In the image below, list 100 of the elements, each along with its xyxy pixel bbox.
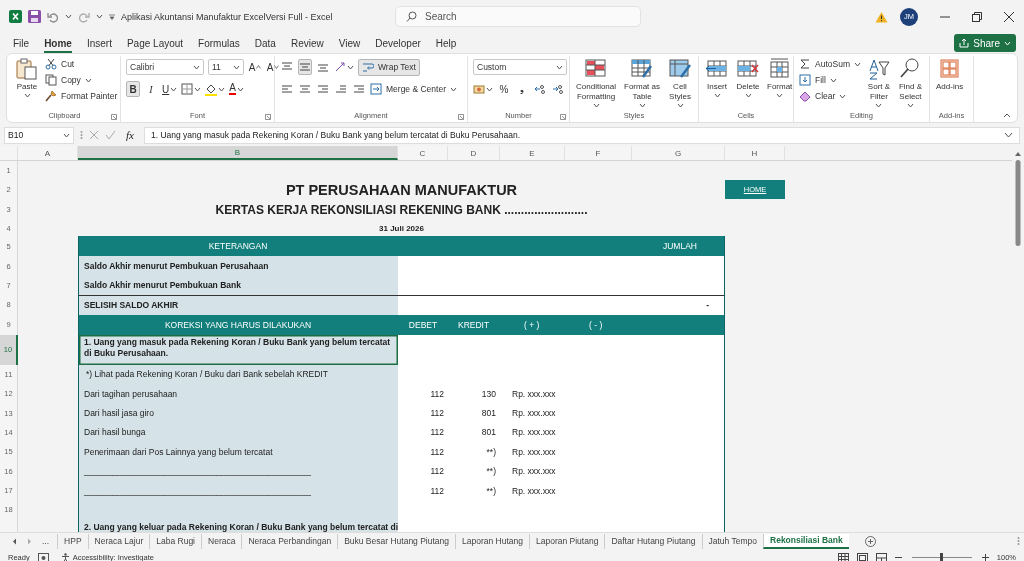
font-color-button[interactable]: A bbox=[229, 81, 244, 97]
redo-icon[interactable] bbox=[78, 10, 90, 23]
clear-button[interactable]: Clear bbox=[799, 89, 861, 103]
column-header[interactable]: B bbox=[78, 146, 398, 160]
formula-field[interactable]: 1. Uang yang masuk pada Rekening Koran / Buku Bank yang belum tercatat di Buku Perusahaan. bbox=[143, 126, 1020, 144]
menu-tab[interactable]: View bbox=[338, 33, 361, 53]
normal-view-icon[interactable] bbox=[837, 552, 849, 561]
format-button[interactable]: Format bbox=[766, 56, 794, 99]
paste-button[interactable]: Paste bbox=[14, 56, 40, 99]
sheet-tab[interactable]: Neraca Perbandingan bbox=[241, 533, 338, 549]
caret-icon bbox=[236, 86, 244, 92]
find-select-button[interactable]: Find & Select bbox=[896, 56, 924, 109]
insert-button[interactable]: Insert bbox=[704, 56, 730, 99]
dialog-launcher-icon[interactable] bbox=[265, 114, 271, 120]
zoom-thumb[interactable] bbox=[940, 553, 944, 561]
more-options-icon[interactable] bbox=[80, 130, 83, 140]
collapse-ribbon-icon[interactable] bbox=[1003, 113, 1011, 118]
restore-icon[interactable] bbox=[972, 11, 982, 22]
column-header[interactable]: C bbox=[398, 146, 448, 160]
table-cell-text: 112 bbox=[429, 407, 445, 421]
delete-button[interactable]: Delete bbox=[735, 56, 761, 99]
column-header[interactable]: F bbox=[565, 146, 632, 160]
wrap-text-button[interactable]: Wrap Text bbox=[358, 58, 420, 76]
menu-tab[interactable]: Page Layout bbox=[126, 33, 184, 53]
cancel-icon[interactable] bbox=[89, 130, 99, 140]
menu-tab[interactable]: Developer bbox=[375, 33, 421, 53]
cut-button[interactable]: Cut bbox=[45, 57, 118, 71]
page-layout-icon[interactable] bbox=[856, 552, 868, 561]
copy-button[interactable]: Copy bbox=[45, 73, 118, 87]
insert-function-button[interactable]: fx bbox=[126, 129, 134, 141]
menu-tab[interactable]: Help bbox=[435, 33, 457, 53]
sheet-tab[interactable]: Buku Besar Hutang Piutang bbox=[337, 533, 456, 549]
menu-tab[interactable]: Data bbox=[254, 33, 276, 53]
excel-icon[interactable] bbox=[9, 10, 22, 23]
close-icon[interactable] bbox=[1004, 11, 1014, 22]
autosum-button[interactable]: AutoSum bbox=[799, 57, 861, 71]
sheet-tab[interactable]: Laporan Piutang bbox=[529, 533, 605, 549]
add-ins-button[interactable]: Add-ins bbox=[935, 56, 965, 93]
undo-icon[interactable] bbox=[47, 10, 59, 23]
sheet-tab[interactable]: Daftar Hutang Piutang bbox=[604, 533, 702, 549]
menu-tab[interactable]: Insert bbox=[86, 33, 112, 53]
fill-button[interactable]: Fill bbox=[799, 73, 861, 87]
menu-tab[interactable]: Review bbox=[290, 33, 324, 53]
menu-tab[interactable]: File bbox=[13, 33, 30, 53]
sheet-tab[interactable]: Neraca bbox=[201, 533, 242, 549]
next-sheet-icon[interactable] bbox=[27, 537, 32, 545]
name-box[interactable]: B10 bbox=[4, 126, 74, 144]
expand-icon[interactable] bbox=[1004, 132, 1013, 138]
sheet-tab[interactable]: Rekonsiliasi Bank bbox=[763, 533, 849, 549]
merge-center-button[interactable]: Merge & Center bbox=[370, 82, 457, 96]
zoom-in-icon[interactable] bbox=[981, 554, 989, 561]
column-header[interactable]: E bbox=[500, 146, 565, 160]
sort-filter-button[interactable]: Sort & Filter bbox=[865, 56, 892, 109]
number-format-field[interactable]: Custom bbox=[473, 59, 567, 75]
menu-tab[interactable]: Formulas bbox=[198, 33, 240, 53]
font-name-field[interactable]: Calibri bbox=[126, 59, 204, 75]
decrease-indent-icon bbox=[335, 83, 347, 95]
more-options-icon[interactable] bbox=[1017, 536, 1020, 546]
report-subtitle: KERTAS KERJA REKONSILIASI REKENING BANK ......................... bbox=[214, 201, 589, 219]
brush-icon bbox=[45, 90, 57, 102]
bold-button[interactable]: B bbox=[126, 81, 140, 97]
conditional-formatting-button[interactable]: Conditional Formatting bbox=[575, 56, 618, 109]
search-field[interactable]: Search bbox=[395, 6, 641, 27]
comma-style-button[interactable]: ❟ bbox=[515, 81, 529, 97]
format-as-table-button[interactable]: Format as Table bbox=[622, 56, 662, 109]
font-size-field[interactable]: 11 bbox=[208, 59, 244, 75]
save-icon[interactable] bbox=[28, 10, 41, 23]
table-cell-text: Rp. xxx.xxx bbox=[511, 387, 557, 401]
dialog-launcher-icon[interactable] bbox=[560, 114, 566, 120]
macro-record-icon[interactable] bbox=[37, 552, 49, 561]
page-break-icon[interactable] bbox=[875, 552, 887, 561]
table-cell: ________________________________________________ bbox=[78, 461, 398, 481]
shrink-font-button[interactable]: A bbox=[266, 59, 280, 75]
previous-sheet-icon[interactable] bbox=[12, 537, 17, 545]
more-sheets-button[interactable]: ... bbox=[42, 536, 50, 546]
warning-icon[interactable] bbox=[875, 10, 888, 23]
sheet-tab[interactable]: Laporan Hutang bbox=[455, 533, 529, 549]
cell-styles-button[interactable]: Cell Styles bbox=[667, 56, 693, 109]
borders-icon bbox=[181, 83, 194, 95]
percent-button[interactable]: % bbox=[497, 81, 511, 97]
sheet-tab[interactable]: Neraca Lajur bbox=[87, 533, 150, 549]
borders-button[interactable] bbox=[181, 81, 202, 97]
underline-button[interactable]: U bbox=[162, 81, 178, 97]
grow-font-button[interactable]: A bbox=[248, 59, 262, 75]
sheet-tab[interactable]: Laba Rugi bbox=[149, 533, 201, 549]
dialog-launcher-icon[interactable] bbox=[111, 114, 117, 120]
table-cell-text: Rp. xxx.xxx bbox=[511, 426, 557, 440]
dialog-launcher-icon[interactable] bbox=[458, 114, 464, 120]
format-painter-button[interactable]: Format Painter bbox=[45, 89, 118, 103]
middle-align-button[interactable] bbox=[298, 59, 312, 75]
zoom-slider[interactable] bbox=[911, 553, 972, 561]
zoom-out-icon[interactable] bbox=[894, 554, 902, 561]
column-header[interactable]: G bbox=[632, 146, 725, 160]
italic-button[interactable]: I bbox=[144, 81, 158, 97]
share-button[interactable]: Share bbox=[954, 34, 1016, 52]
add-sheet-icon[interactable] bbox=[864, 535, 876, 547]
sheet-tab[interactable]: HPP bbox=[57, 533, 88, 549]
column-header[interactable]: D bbox=[448, 146, 500, 160]
customize-icon[interactable] bbox=[109, 13, 115, 20]
table-cell: Dari tagihan perusahaan bbox=[78, 383, 398, 404]
